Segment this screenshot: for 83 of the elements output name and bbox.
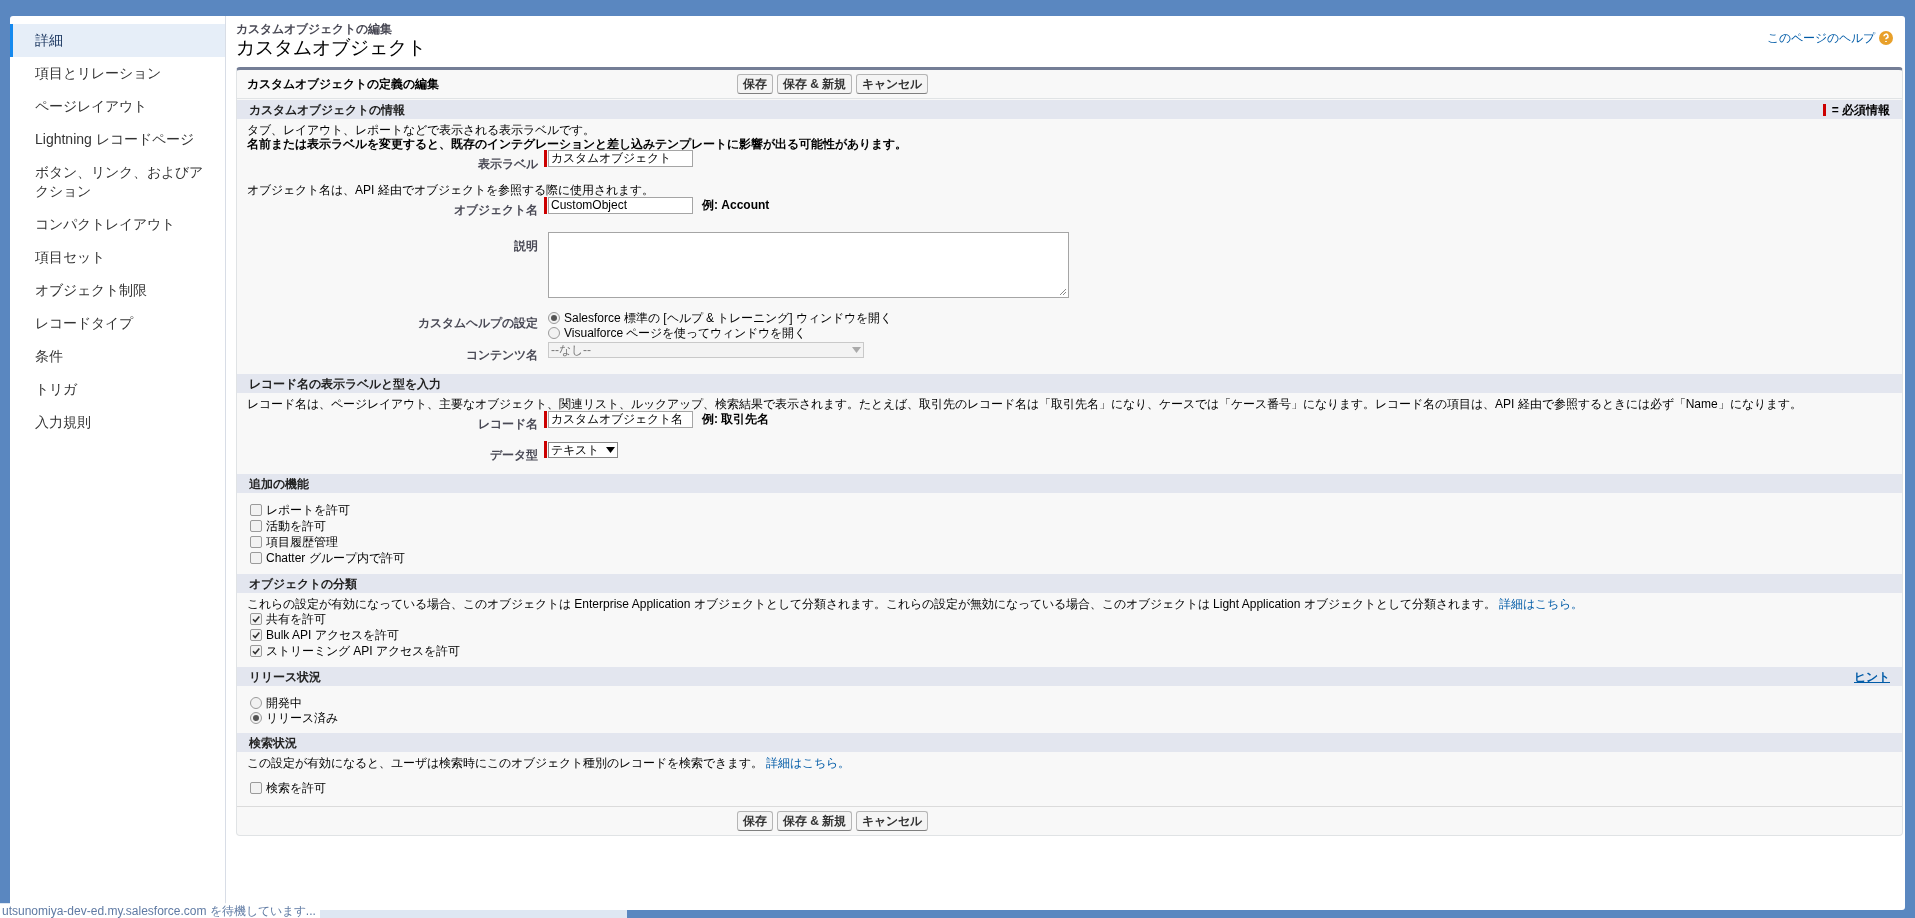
action-button[interactable]: 保存 & 新規	[777, 811, 853, 831]
radio-button[interactable]	[250, 696, 262, 709]
sidebar-item[interactable]: 詳細	[10, 24, 225, 57]
action-button[interactable]: 保存	[737, 74, 773, 94]
field-label: 説明	[514, 239, 538, 253]
checkbox[interactable]	[250, 536, 262, 548]
required-marker	[1822, 103, 1826, 116]
help-text: レコード名は、ページレイアウト、主要なオブジェクト、関連リスト、ルックアップ、検索結果で表示されます。たとえば、取引先のレコード名は「取引先名」になり、ケースでは「ケース番号」になります。レコード名の項目は、API 経由で参照するときには必ず「Name」になります。	[247, 397, 1803, 411]
radio-label: Salesforce 標準の [ヘルプ & トレーニング] ウィンドウを開く	[564, 309, 893, 327]
checkbox-label: ストリーミング API アクセスを許可	[266, 643, 460, 660]
status-text: utsunomiya-dev-ed.my.salesforce.com を待機しています...	[0, 904, 320, 918]
caret-icon	[852, 346, 861, 353]
radio-button[interactable]	[548, 326, 560, 339]
help-text: オブジェクト名は、API 経由でオブジェクトを参照する際に使用されます。	[247, 183, 655, 197]
checkbox[interactable]	[250, 629, 262, 641]
example-text: 例: 取引先名	[702, 411, 770, 428]
caret-icon	[606, 446, 615, 453]
help-link[interactable]: このページのヘルプ	[1767, 29, 1875, 47]
section-title: 追加の機能	[249, 475, 309, 493]
help-text: 名前または表示ラベルを変更すると、既存のインテグレーションと差し込みテンプレートに影響が出る可能性があります。	[247, 137, 908, 151]
radio-button[interactable]	[548, 311, 560, 324]
details-link[interactable]: 詳細はこちら。	[1498, 597, 1583, 611]
help-text: この設定が有効になると、ユーザは検索時にこのオブジェクト種別のレコードを検索できます。	[247, 756, 763, 770]
select-dropdown: --なし--	[548, 341, 864, 358]
radio-button[interactable]	[250, 711, 262, 724]
section-title: オブジェクトの分類	[249, 575, 357, 593]
action-button[interactable]: 保存	[737, 811, 773, 831]
field-label: オブジェクト名	[454, 203, 538, 217]
section-title: 検索状況	[249, 734, 297, 752]
sidebar-item[interactable]: ボタン、リンク、およびアクション	[10, 156, 225, 208]
help-text: タブ、レイアウト、レポートなどで表示される表示ラベルです。	[247, 123, 596, 137]
radio-label: 開発中	[266, 694, 302, 712]
select-dropdown[interactable]: テキスト	[548, 441, 618, 458]
help-icon[interactable]	[1879, 31, 1893, 45]
action-button[interactable]: 保存 & 新規	[777, 74, 853, 94]
section-title: リリース状況	[249, 668, 321, 686]
details-link[interactable]: 詳細はこちら。	[766, 756, 850, 770]
hint-link[interactable]: ヒント	[1854, 667, 1890, 686]
sidebar-item[interactable]: ページレイアウト	[10, 90, 225, 123]
example-text: 例: Account	[702, 197, 770, 214]
sidebar-item[interactable]: 項目とリレーション	[10, 57, 225, 90]
checkbox-label: レポートを許可	[266, 502, 350, 519]
text-field[interactable]: CustomObject	[548, 196, 693, 214]
sidebar-item[interactable]: レコードタイプ	[10, 307, 225, 340]
text-area[interactable]	[548, 232, 1069, 298]
required-legend: = 必須情報	[1831, 100, 1890, 119]
sidebar-item[interactable]: コンパクトレイアウト	[10, 208, 225, 241]
sidebar-item[interactable]: Lightning レコードページ	[10, 123, 225, 156]
sidebar-item[interactable]: 条件	[10, 340, 225, 373]
checkbox-label: 項目履歴管理	[266, 534, 338, 551]
page-title: カスタムオブジェクト	[236, 36, 426, 60]
checkbox[interactable]	[250, 520, 262, 532]
text-field[interactable]: カスタムオブジェクト	[548, 150, 693, 167]
checkbox-label: Bulk API アクセスを許可	[266, 627, 399, 644]
help-text: これらの設定が有効になっている場合、このオブジェクトは Enterprise Application オブジェクトとして分類されます。これらの設定が無効になっている場合、このオブジェクトは Light Application オブジェクトとして分類されます。	[247, 597, 1496, 611]
checkbox-label: Chatter グループ内で許可	[266, 550, 405, 567]
field-label: コンテンツ名	[466, 348, 538, 362]
section-title: カスタムオブジェクトの情報	[249, 101, 405, 119]
field-label: 表示ラベル	[478, 157, 538, 171]
sidebar-item[interactable]: トリガ	[10, 373, 225, 406]
checkbox[interactable]	[250, 504, 262, 516]
action-button[interactable]: キャンセル	[856, 811, 929, 831]
checkbox-label: 検索を許可	[266, 780, 326, 797]
sidebar-item[interactable]: 項目セット	[10, 241, 225, 274]
field-label: カスタムヘルプの設定	[418, 316, 538, 330]
resize-grip-icon[interactable]	[1059, 288, 1067, 296]
page-subtitle: カスタムオブジェクトの編集	[236, 23, 393, 36]
sidebar-item[interactable]: オブジェクト制限	[10, 274, 225, 307]
checkbox-label: 活動を許可	[266, 518, 326, 535]
radio-label: リリース済み	[266, 709, 338, 727]
checkbox[interactable]	[250, 613, 262, 625]
radio-label: Visualforce ページを使ってウィンドウを開く	[564, 325, 807, 342]
checkbox[interactable]	[250, 552, 262, 564]
checkbox-label: 共有を許可	[266, 611, 326, 628]
form-title: カスタムオブジェクトの定義の編集	[247, 76, 440, 93]
text-field[interactable]: カスタムオブジェクト名	[548, 410, 693, 428]
field-label: レコード名	[478, 417, 538, 431]
action-button[interactable]: キャンセル	[856, 74, 929, 94]
checkbox[interactable]	[250, 645, 262, 657]
checkbox[interactable]	[250, 782, 262, 794]
section-title: レコード名の表示ラベルと型を入力	[249, 375, 441, 393]
field-label: データ型	[490, 448, 538, 462]
sidebar-item[interactable]: 入力規則	[10, 406, 225, 439]
